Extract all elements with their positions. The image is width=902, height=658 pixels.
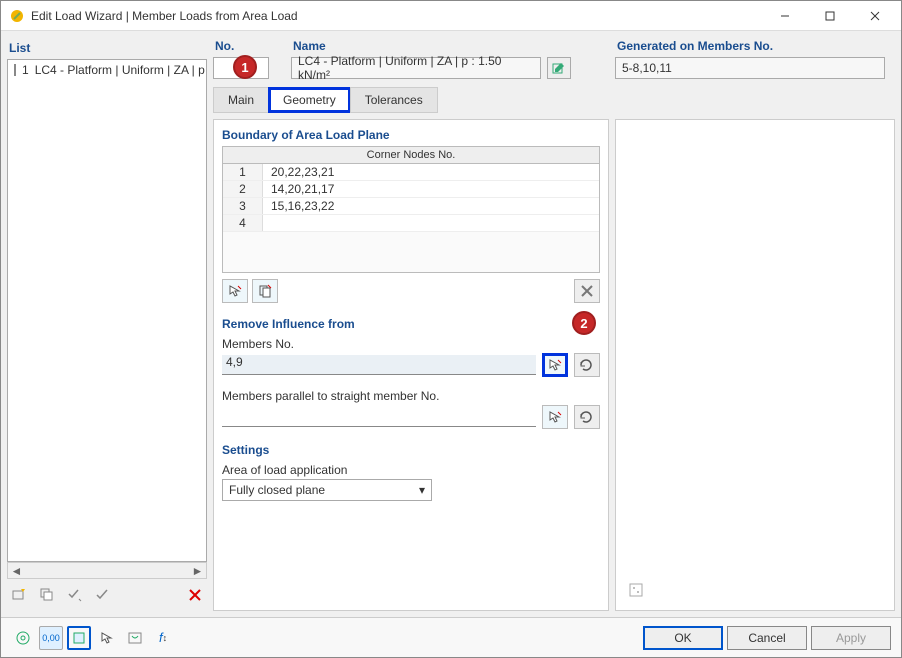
ok-button[interactable]: OK: [643, 626, 723, 650]
content-area: List 1 LC4 - Platform | Uniform | ZA | p…: [1, 31, 901, 617]
view-mode-button[interactable]: [67, 626, 91, 650]
list-item-label: LC4 - Platform | Uniform | ZA | p :: [35, 63, 207, 77]
pick-node-button[interactable]: [222, 279, 248, 303]
function-button[interactable]: f↕: [151, 626, 175, 650]
clear-members-button[interactable]: [574, 353, 600, 377]
pick-parallel-button[interactable]: [542, 405, 568, 429]
parallel-input[interactable]: [222, 407, 536, 427]
members-no-input[interactable]: 4,9: [222, 355, 536, 375]
clear-parallel-button[interactable]: [574, 405, 600, 429]
tab-content: Boundary of Area Load Plane Corner Nodes…: [213, 119, 895, 611]
boundary-header: Corner Nodes No.: [223, 147, 599, 164]
check-menu-button[interactable]: [63, 583, 87, 607]
callout-1: 1: [233, 55, 257, 79]
remove-title: Remove Influence from: [222, 317, 600, 331]
settings-section: Settings Area of load application Fully …: [222, 443, 600, 501]
list-scrollbar[interactable]: ◄ ►: [7, 562, 207, 579]
table-row[interactable]: 315,16,23,22: [223, 198, 599, 215]
info-button[interactable]: [123, 626, 147, 650]
generated-label: Generated on Members No.: [615, 37, 895, 57]
area-select[interactable]: Fully closed plane ▾: [222, 479, 432, 501]
members-no-label: Members No.: [222, 337, 600, 351]
top-fields: No. 1 1 Name LC4 - Platform | Uniform | …: [213, 37, 895, 79]
edit-name-button[interactable]: [547, 57, 571, 79]
parallel-label: Members parallel to straight member No.: [222, 389, 600, 403]
titlebar: Edit Load Wizard | Member Loads from Are…: [1, 1, 901, 31]
dialog-footer: 0,00 f↕ OK Cancel Apply: [1, 617, 901, 657]
scroll-right-icon[interactable]: ►: [189, 563, 206, 578]
pick-members-button[interactable]: [542, 353, 568, 377]
list-item-no: 1: [22, 63, 29, 77]
name-input[interactable]: LC4 - Platform | Uniform | ZA | p : 1.50…: [291, 57, 541, 79]
help-button[interactable]: [11, 626, 35, 650]
chevron-down-icon: ▾: [419, 483, 425, 497]
maximize-button[interactable]: [807, 2, 852, 30]
boundary-table[interactable]: Corner Nodes No. 120,22,23,21 214,20,21,…: [222, 146, 600, 273]
scroll-left-icon[interactable]: ◄: [8, 563, 25, 578]
left-panel: List 1 LC4 - Platform | Uniform | ZA | p…: [7, 37, 207, 611]
check-button[interactable]: [91, 583, 115, 607]
tabs: Main Geometry Tolerances: [213, 87, 895, 113]
list-item-color-icon: [14, 64, 16, 76]
list-box[interactable]: 1 LC4 - Platform | Uniform | ZA | p :: [7, 59, 207, 562]
window-title: Edit Load Wizard | Member Loads from Are…: [31, 9, 762, 23]
pick-button[interactable]: [95, 626, 119, 650]
tab-tolerances[interactable]: Tolerances: [350, 87, 438, 113]
new-item-button[interactable]: [7, 583, 31, 607]
copy-nodes-button[interactable]: [252, 279, 278, 303]
app-icon: [9, 8, 25, 24]
table-row[interactable]: 4: [223, 215, 599, 232]
boundary-section: Boundary of Area Load Plane Corner Nodes…: [222, 128, 600, 303]
preview-panel: [615, 119, 895, 611]
tab-main[interactable]: Main: [213, 87, 269, 113]
geometry-form: Boundary of Area Load Plane Corner Nodes…: [213, 119, 609, 611]
area-label: Area of load application: [222, 463, 600, 477]
apply-button[interactable]: Apply: [811, 626, 891, 650]
copy-item-button[interactable]: [35, 583, 59, 607]
preview-options-button[interactable]: [624, 578, 648, 602]
units-button[interactable]: 0,00: [39, 626, 63, 650]
settings-title: Settings: [222, 443, 600, 457]
minimize-button[interactable]: [762, 2, 807, 30]
boundary-title: Boundary of Area Load Plane: [222, 128, 600, 142]
remove-influence-section: Remove Influence from 2 Members No. 4,9 …: [222, 317, 600, 429]
table-blank: [223, 232, 599, 272]
generated-input[interactable]: 5-8,10,11: [615, 57, 885, 79]
tab-geometry[interactable]: Geometry: [268, 87, 351, 113]
table-row[interactable]: 214,20,21,17: [223, 181, 599, 198]
no-label: No.: [213, 37, 283, 57]
cancel-button[interactable]: Cancel: [727, 626, 807, 650]
table-row[interactable]: 120,22,23,21: [223, 164, 599, 181]
callout-2: 2: [572, 311, 596, 335]
close-button[interactable]: [852, 2, 897, 30]
list-title: List: [7, 37, 207, 59]
clear-table-button[interactable]: [574, 279, 600, 303]
dialog-window: Edit Load Wizard | Member Loads from Are…: [0, 0, 902, 658]
delete-item-button[interactable]: [183, 583, 207, 607]
list-toolbar: [7, 579, 207, 611]
main-panel: No. 1 1 Name LC4 - Platform | Uniform | …: [213, 37, 895, 611]
list-item[interactable]: 1 LC4 - Platform | Uniform | ZA | p :: [10, 62, 204, 78]
